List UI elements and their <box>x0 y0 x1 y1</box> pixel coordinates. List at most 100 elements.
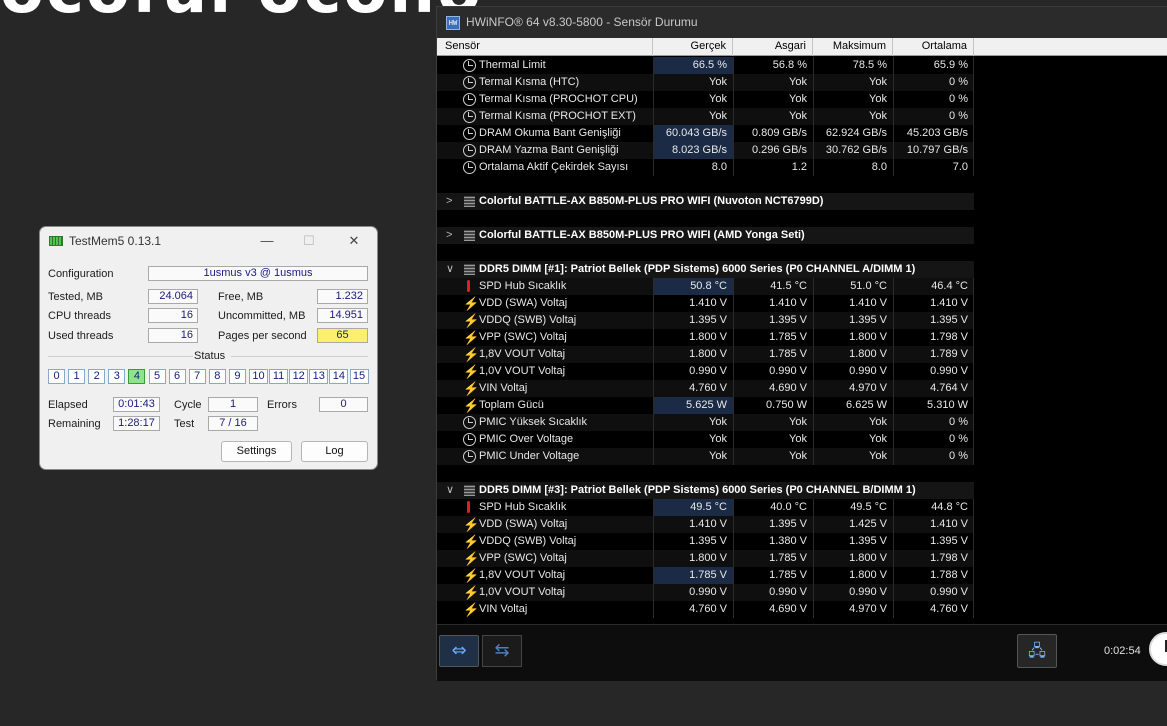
minimize-icon[interactable]: — <box>253 232 281 250</box>
clock-icon[interactable] <box>1149 632 1167 666</box>
settings-button[interactable]: Settings <box>221 441 292 462</box>
column-separator <box>973 499 974 516</box>
status-cell: 4 <box>128 369 146 384</box>
network-button[interactable]: 🖧 <box>1017 634 1057 668</box>
column-header-current[interactable]: Gerçek <box>653 38 733 56</box>
column-separator <box>893 363 894 380</box>
column-separator <box>973 550 974 567</box>
max-value: 1.410 V <box>849 297 887 309</box>
sensor-row[interactable]: Termal Kısma (PROCHOT EXT) Yok Yok Yok 0 % <box>437 108 974 125</box>
status-cell: 11 <box>269 369 289 384</box>
min-value: 0.990 V <box>769 365 807 377</box>
collapse-arrows-icon: ⇆ <box>494 640 510 661</box>
sensor-row[interactable]: ⚡ VIN Voltaj 4.760 V 4.690 V 4.970 V 4.760 V <box>437 601 974 618</box>
column-header-max[interactable]: Maksimum <box>813 38 893 56</box>
status-cell: 13 <box>309 369 329 384</box>
sensor-row[interactable]: ⚡ VDDQ (SWB) Voltaj 1.395 V 1.380 V 1.395 V1… <box>437 533 974 550</box>
sensor-row[interactable]: ⚡ VPP (SWC) Voltaj 1.800 V 1.785 V 1.800 V 1.… <box>437 550 974 567</box>
collapse-all-button[interactable]: ⇆ <box>482 635 522 667</box>
free-label: Free, MB <box>218 291 264 303</box>
testmem-titlebar[interactable]: TestMem5 0.13.1 — ☐ ✕ <box>40 227 377 255</box>
current-value: 4.760 V <box>689 603 727 615</box>
min-value: 56.8 % <box>772 59 807 71</box>
column-separator <box>653 363 654 380</box>
current-value: Yok <box>709 416 727 428</box>
expand-all-button[interactable]: ⇔ <box>439 635 479 667</box>
average-value: 1.798 V <box>930 331 968 343</box>
max-value: Yok <box>869 450 887 462</box>
status-cell: 3 <box>108 369 126 384</box>
column-separator <box>813 295 814 312</box>
sensor-group-header[interactable]: > Colorful BATTLE-AX B850M-PLUS PRO WIFI … <box>437 193 974 210</box>
log-button[interactable]: Log <box>301 441 368 462</box>
sensor-row[interactable]: ⚡ VDD (SWA) Voltaj 1.410 V 1.395 V 1.425 V 1.… <box>437 516 974 533</box>
sensor-row[interactable]: ⚡ 1,0V VOUT Voltaj 0.990 V 0.990 V 0.990 V 0.… <box>437 363 974 380</box>
sensor-name: Termal Kısma (PROCHOT EXT) <box>479 110 636 122</box>
sensor-row[interactable]: ⚡ 1,0V VOUT Voltaj 0.990 V 0.990 V 0.990 V 0.… <box>437 584 974 601</box>
sensor-row[interactable]: Termal Kısma (PROCHOT CPU) Yok Yok Yok 0 % <box>437 91 974 108</box>
errors-value: 0 <box>319 397 368 412</box>
average-value: 46.4 °C <box>931 280 968 292</box>
min-value: 1.785 V <box>769 348 807 360</box>
column-separator <box>813 329 814 346</box>
sensor-row[interactable]: SPD Hub Sıcaklık 50.8 °C 41.5 °C 51.0 °C 46.… <box>437 278 974 295</box>
sensor-row[interactable]: ⚡ Toplam Gücü 5.625 W 0.750 W 6.625 W 5.310 W <box>437 397 974 414</box>
sensor-group-title: DDR5 DIMM [#3]: Patriot Bellek (PDP Sist… <box>479 484 916 496</box>
column-separator <box>973 74 974 91</box>
chevron-icon[interactable]: ∨ <box>446 482 454 499</box>
sensor-row[interactable]: DRAM Okuma Bant Genişliği 60.043 GB/s 0.80… <box>437 125 974 142</box>
current-value: 1.395 V <box>689 535 727 547</box>
min-value: 41.5 °C <box>770 280 807 292</box>
close-icon[interactable]: ✕ <box>340 232 368 250</box>
sensor-row[interactable]: PMIC Yüksek Sıcaklık Yok Yok Yok 0 % <box>437 414 974 431</box>
column-separator <box>973 91 974 108</box>
sensor-name: 1,0V VOUT Voltaj <box>479 586 566 598</box>
sensor-row[interactable]: Thermal Limit 66.5 % 56.8 % 78.5 % 65.9 % <box>437 57 974 74</box>
average-value: 1.410 V <box>930 518 968 530</box>
column-separator <box>813 363 814 380</box>
sensor-row[interactable]: ⚡ VDDQ (SWB) Voltaj 1.395 V 1.395 V 1.395 V1… <box>437 312 974 329</box>
sensor-name: PMIC Under Voltage <box>479 450 580 462</box>
sensor-row[interactable]: Ortalama Aktif Çekirdek Sayısı 8.0 1.2 8.0 7… <box>437 159 974 176</box>
column-separator <box>893 414 894 431</box>
column-separator <box>733 448 734 465</box>
sensor-row[interactable]: DRAM Yazma Bant Genişliği 8.023 GB/s 0.296… <box>437 142 974 159</box>
sensor-row[interactable]: ⚡ VIN Voltaj 4.760 V 4.690 V 4.970 V 4.764 V <box>437 380 974 397</box>
chevron-icon[interactable]: > <box>446 227 452 244</box>
status-cell: 2 <box>88 369 106 384</box>
column-separator <box>973 567 974 584</box>
sensor-group-header[interactable]: ∨ DDR5 DIMM [#3]: Patriot Bellek (PDP Sis… <box>437 482 974 499</box>
sensor-row[interactable]: ⚡ 1,8V VOUT Voltaj 1.785 V 1.785 V 1.800 V 1.… <box>437 567 974 584</box>
sensor-row[interactable]: SPD Hub Sıcaklık 49.5 °C 40.0 °C 49.5 °C 44.… <box>437 499 974 516</box>
min-value: 0.296 GB/s <box>751 144 807 156</box>
configuration-value[interactable]: 1usmus v3 @ 1usmus <box>148 266 368 281</box>
sensor-group-header[interactable]: > Colorful BATTLE-AX B850M-PLUS PRO WIFI … <box>437 227 974 244</box>
sensor-row[interactable]: ⚡ VPP (SWC) Voltaj 1.800 V 1.785 V 1.800 V 1.… <box>437 329 974 346</box>
sensor-group-header[interactable]: ∨ DDR5 DIMM [#1]: Patriot Bellek (PDP Sis… <box>437 261 974 278</box>
column-header-sensor[interactable]: Sensör <box>437 38 653 56</box>
current-value: Yok <box>709 433 727 445</box>
column-separator <box>893 57 894 74</box>
column-header-min[interactable]: Asgari <box>733 38 813 56</box>
column-separator <box>813 584 814 601</box>
sensor-row[interactable]: ⚡ VDD (SWA) Voltaj 1.410 V 1.410 V 1.410 V 1.… <box>437 295 974 312</box>
column-separator <box>733 159 734 176</box>
chevron-icon[interactable]: > <box>446 193 452 210</box>
sensor-name: PMIC Over Voltage <box>479 433 574 445</box>
average-value: 0 % <box>949 433 968 445</box>
sensor-row[interactable]: PMIC Over Voltage Yok Yok Yok 0 % <box>437 431 974 448</box>
column-separator <box>973 533 974 550</box>
average-value: 4.764 V <box>930 382 968 394</box>
column-separator <box>893 448 894 465</box>
column-separator <box>653 380 654 397</box>
average-value: 45.203 GB/s <box>906 127 968 139</box>
sensor-row[interactable]: Termal Kısma (HTC) Yok Yok Yok 0 % <box>437 74 974 91</box>
maximize-icon[interactable]: ☐ <box>295 232 323 250</box>
sensor-row[interactable]: ⚡ 1,8V VOUT Voltaj 1.800 V 1.785 V 1.800 V 1.… <box>437 346 974 363</box>
sensor-row[interactable]: PMIC Under Voltage Yok Yok Yok 0 % <box>437 448 974 465</box>
hwinfo-titlebar[interactable]: HW HWiNFO® 64 v8.30-5800 - Sensör Durumu <box>437 7 1167 38</box>
average-value: 4.760 V <box>930 603 968 615</box>
column-separator <box>893 91 894 108</box>
column-header-average[interactable]: Ortalama <box>893 38 974 56</box>
chevron-icon[interactable]: ∨ <box>446 261 454 278</box>
